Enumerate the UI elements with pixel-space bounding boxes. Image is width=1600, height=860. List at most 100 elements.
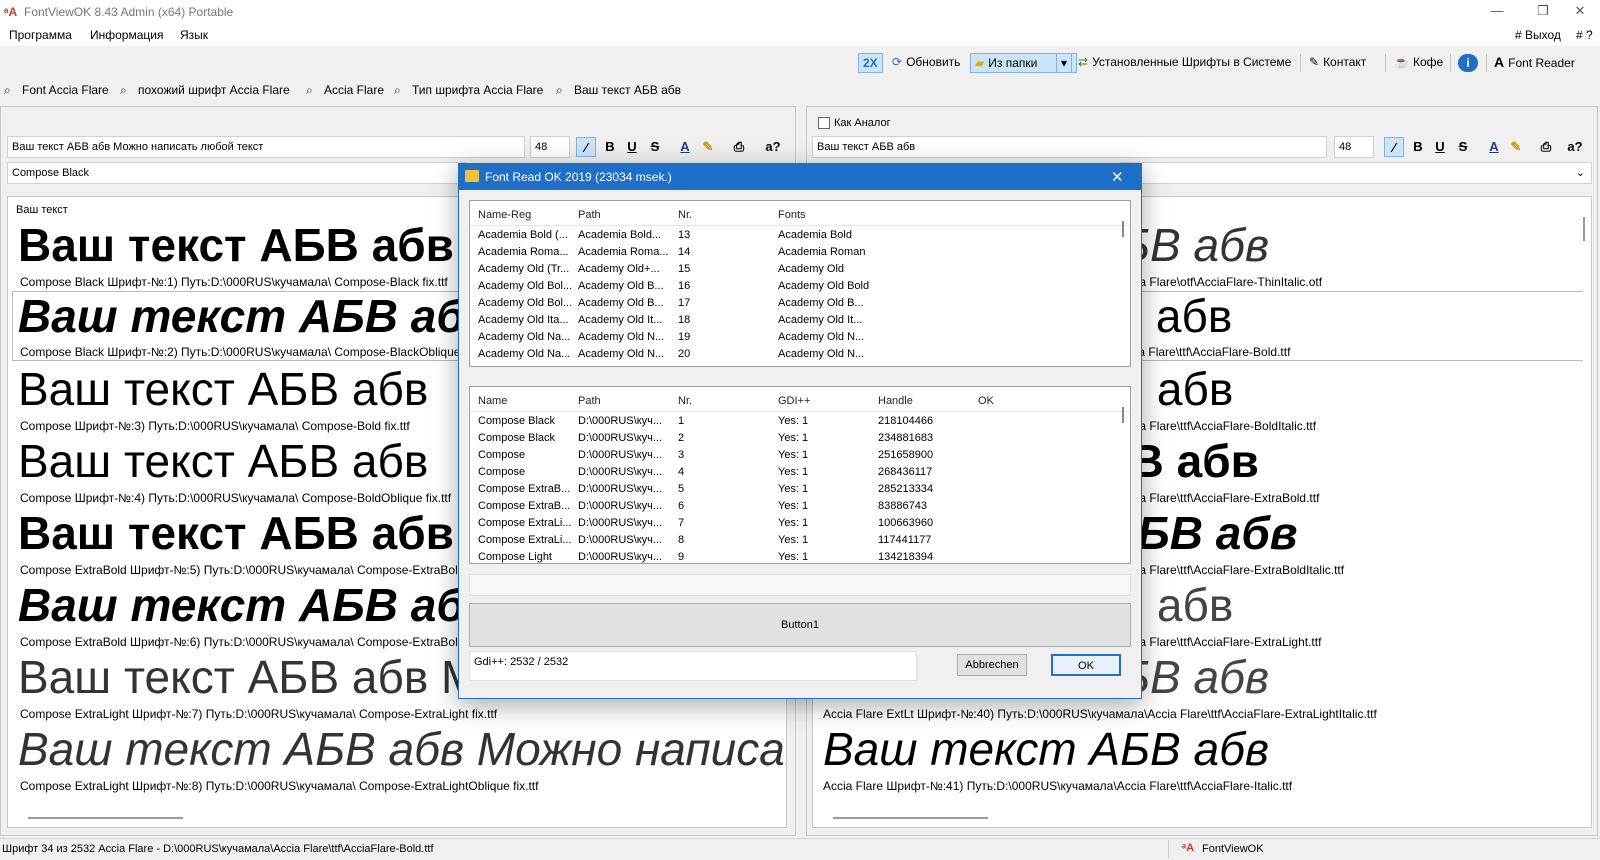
loaded-fonts-list[interactable]: Name Path Nr. GDI++ Handle OK Compose Bl…: [469, 386, 1131, 564]
cancel-button[interactable]: Abbrechen: [957, 654, 1027, 676]
list-cell: Yes: 1: [778, 415, 809, 427]
italic-toggle-icon[interactable]: ⁄: [576, 137, 596, 157]
list-cell: Compose: [478, 449, 526, 461]
underline-button[interactable]: U: [1430, 137, 1450, 157]
separator: [1385, 54, 1386, 72]
list-cell: Yes: 1: [778, 551, 809, 563]
list-cell: D:\000RUS\куч...: [578, 483, 663, 495]
column-header[interactable]: Name-Reg: [478, 209, 531, 221]
strikethrough-button[interactable]: S: [645, 137, 665, 157]
print-icon[interactable]: ⎙: [729, 137, 749, 157]
link-accia-flare[interactable]: ⌕ Accia Flare: [306, 83, 384, 98]
list-cell: 14: [678, 246, 691, 258]
installed-fonts-button[interactable]: ⇄ Установленные Шрифты в Системе: [1074, 53, 1295, 73]
vertical-scrollbar[interactable]: [1122, 407, 1124, 423]
menu-program[interactable]: Программа: [9, 28, 72, 42]
column-header[interactable]: Path: [578, 395, 601, 407]
highlighter-icon[interactable]: ✎: [1506, 137, 1526, 157]
status-bar: Шрифт 34 из 2532 Accia Flare - D:\000RUS…: [0, 838, 1600, 860]
search-icon: ⌕: [394, 83, 401, 97]
info-icon[interactable]: i: [1458, 54, 1478, 72]
print-icon[interactable]: ⎙: [1536, 137, 1556, 157]
progress-bar: [469, 574, 1131, 596]
list-cell: 3: [678, 449, 685, 461]
list-cell: Academia Bold: [778, 229, 852, 241]
separator: [1486, 54, 1487, 72]
close-button[interactable]: ✕: [1560, 0, 1600, 24]
column-header[interactable]: OK: [978, 395, 994, 407]
list-cell: 19: [678, 331, 691, 343]
contact-button[interactable]: ✎ Контакт: [1305, 53, 1370, 73]
left-size-input[interactable]: 48: [530, 136, 570, 158]
right-text-input[interactable]: Ваш текст АБВ абв: [812, 136, 1327, 158]
list-cell: Yes: 1: [778, 534, 809, 546]
menu-language[interactable]: Язык: [180, 28, 208, 42]
list-cell: 18: [678, 314, 691, 326]
font-color-icon[interactable]: A: [675, 137, 695, 157]
list-cell: 15: [678, 263, 691, 275]
list-cell: Academia Roman: [778, 246, 866, 258]
vertical-scrollbar[interactable]: [1122, 221, 1124, 237]
link-similar-font[interactable]: ⌕ похожий шрифт Accia Flare: [120, 83, 290, 98]
list-cell: D:\000RUS\куч...: [578, 517, 663, 529]
link-your-text[interactable]: ⌕ Ваш текст АБВ абв: [556, 83, 681, 98]
list-cell: Yes: 1: [778, 500, 809, 512]
minimize-button[interactable]: —: [1474, 0, 1520, 24]
from-folder-dropdown[interactable]: ▾: [1056, 53, 1072, 73]
sample-caption: Compose Black Шрифт-№:1) Путь:D:\000RUS\…: [20, 275, 448, 289]
ok-button[interactable]: OK: [1051, 654, 1121, 676]
button1[interactable]: Button1: [469, 603, 1131, 647]
horizontal-scrollbar[interactable]: [833, 817, 988, 819]
zoom-2x-button[interactable]: 2X: [858, 53, 883, 73]
column-header[interactable]: Nr.: [678, 395, 692, 407]
font-name-list[interactable]: Name-Reg Path Nr. Fonts Academia Bold (.…: [469, 200, 1131, 367]
analog-checkbox[interactable]: [818, 117, 830, 129]
list-cell: D:\000RUS\куч...: [578, 432, 663, 444]
search-icon: ⌕: [4, 83, 11, 97]
vertical-scrollbar[interactable]: [1583, 217, 1585, 241]
list-cell: 2: [678, 432, 685, 444]
menu-info[interactable]: Информация: [90, 28, 163, 42]
folder-icon: ▰: [975, 56, 985, 70]
column-header[interactable]: Name: [478, 395, 507, 407]
link-font[interactable]: ⌕ Font Accia Flare: [4, 83, 109, 98]
coffee-button[interactable]: ☕ Кофе: [1390, 53, 1447, 73]
column-header[interactable]: Path: [578, 209, 601, 221]
strikethrough-button[interactable]: S: [1453, 137, 1473, 157]
case-toggle-button[interactable]: a?: [1562, 137, 1588, 157]
link-font-type[interactable]: ⌕ Тип шрифта Accia Flare: [394, 83, 543, 98]
list-cell: Academy Old Bold: [778, 280, 870, 292]
refresh-icon: ⟳: [892, 55, 903, 69]
sample-text: Ваш текст АБВ абв: [18, 507, 454, 559]
exit-link[interactable]: # Выход: [1515, 28, 1561, 42]
chevron-down-icon: ⌄: [1575, 167, 1585, 179]
italic-toggle-icon[interactable]: ⁄: [1384, 137, 1404, 157]
font-color-icon[interactable]: A: [1484, 137, 1504, 157]
bold-button[interactable]: B: [600, 137, 620, 157]
help-link[interactable]: # ?: [1576, 28, 1593, 42]
column-header[interactable]: Fonts: [778, 209, 806, 221]
font-reader-button[interactable]: A Font Reader: [1490, 53, 1579, 73]
coffee-icon: ☕: [1394, 55, 1409, 69]
case-toggle-button[interactable]: a?: [760, 137, 786, 157]
list-cell: 285213334: [878, 483, 934, 495]
bold-button[interactable]: B: [1408, 137, 1428, 157]
refresh-button[interactable]: ⟳ Обновить: [888, 53, 964, 73]
sample-caption: Compose ExtraBold Шрифт-№:5) Путь:D:\000…: [20, 563, 494, 577]
status-text: Шрифт 34 из 2532 Accia Flare - D:\000RUS…: [2, 843, 434, 855]
font-select[interactable]: Compose Black: [7, 162, 467, 184]
highlighter-icon[interactable]: ✎: [698, 137, 718, 157]
right-size-input[interactable]: 48: [1334, 136, 1374, 158]
column-header[interactable]: GDI++: [778, 395, 810, 407]
right-font-select[interactable]: ⌄: [1120, 162, 1592, 184]
gdi-status-text: Gdi++: 2532 / 2532: [469, 651, 917, 681]
underline-button[interactable]: U: [622, 137, 642, 157]
dialog-close-icon[interactable]: ✕: [1111, 168, 1124, 186]
column-header[interactable]: Handle: [878, 395, 913, 407]
left-text-input[interactable]: Ваш текст АБВ абв Можно написать любой т…: [7, 136, 525, 158]
list-cell: 4: [678, 466, 685, 478]
horizontal-scrollbar[interactable]: [28, 817, 183, 819]
sample-caption: Accia Flare ExtLt Шрифт-№:40) Путь:D:\00…: [823, 707, 1377, 721]
column-header[interactable]: Nr.: [678, 209, 692, 221]
list-cell: 20: [678, 348, 691, 360]
